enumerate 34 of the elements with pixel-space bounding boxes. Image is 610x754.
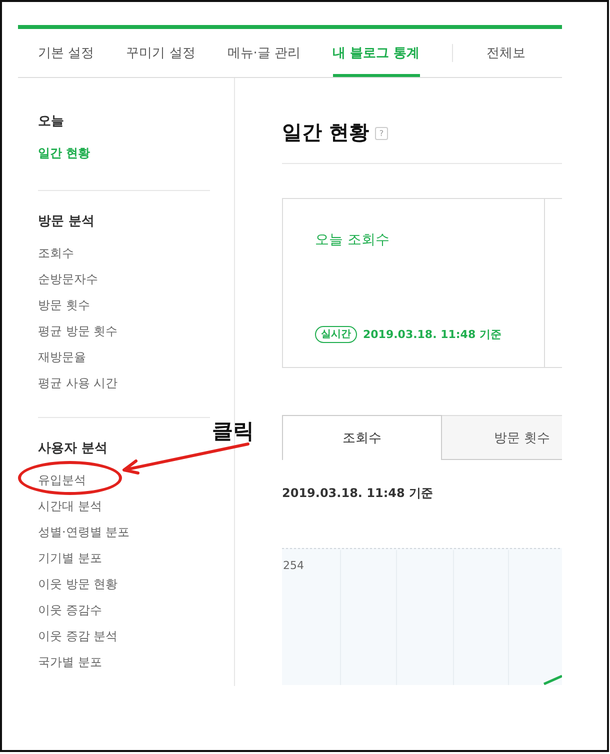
nav-tab[interactable]: 꾸미기 설정 [126, 29, 196, 77]
sidebar-item[interactable]: 시간대 분석 [38, 493, 102, 519]
sidebar-item[interactable]: 이웃 증감 분석 [38, 623, 118, 649]
sidebar-item[interactable]: 국가별 분포 [38, 649, 102, 675]
page-title: 일간 현황 [282, 119, 369, 146]
sidebar-item[interactable]: 이웃 방문 현황 [38, 571, 118, 597]
realtime-badge: 실시간 [315, 326, 357, 343]
sidebar-item[interactable]: 순방문자수 [38, 266, 98, 292]
sidebar-item[interactable]: 재방문율 [38, 344, 86, 370]
section-title: 오늘 [38, 113, 65, 131]
nav-tab[interactable]: 내 블로그 통계 [332, 29, 420, 77]
sidebar-item[interactable]: 유입분석 [38, 467, 86, 493]
sidebar-item[interactable]: 방문 횟수 [38, 292, 90, 318]
nav-tab[interactable]: 기본 설정 [38, 29, 94, 77]
section-title: 사용자 분석 [38, 440, 109, 458]
chart-tab[interactable]: 방문 횟수 [442, 415, 562, 460]
help-button[interactable]: ? [374, 127, 388, 140]
card-timestamp: 2019.03.18. 11:48 기준 [363, 327, 502, 342]
sidebar-item[interactable]: 평균 사용 시간 [38, 370, 118, 396]
sidebar-item[interactable]: 조회수 [38, 240, 74, 266]
sidebar-item[interactable]: 평균 방문 횟수 [38, 318, 118, 344]
sidebar-item[interactable]: 이웃 증감수 [38, 597, 102, 623]
sidebar-item[interactable]: 성별·연령별 분포 [38, 519, 130, 545]
chart-timestamp: 2019.03.18. 11:48 기준 [282, 485, 434, 502]
nav-tab[interactable]: 메뉴·글 관리 [227, 29, 301, 77]
chart-line [544, 674, 562, 685]
card-title: 오늘 조회수 [315, 231, 390, 250]
nav-tab[interactable]: 전체보 [486, 29, 526, 77]
sidebar-item[interactable]: 일간 현황 [38, 140, 90, 166]
sidebar-item[interactable]: 기기별 분포 [38, 545, 102, 571]
axis-label: 254 [283, 559, 304, 572]
annotation-label: 클릭 [212, 418, 254, 444]
section-title: 방문 분석 [38, 213, 96, 231]
chart-tab[interactable]: 조회수 [282, 415, 442, 460]
